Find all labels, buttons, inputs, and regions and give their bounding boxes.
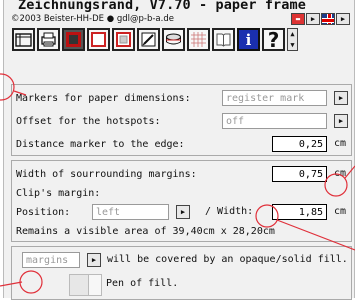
offset-label: Offset for the hotspots:	[16, 115, 161, 127]
frame-icon[interactable]	[12, 28, 35, 51]
info-icon[interactable]: i	[237, 28, 260, 51]
clip-width-unit: cm	[334, 206, 347, 217]
book-icon[interactable]	[212, 28, 235, 51]
distance-unit: cm	[334, 138, 347, 149]
position-dropdown[interactable]: left	[92, 204, 169, 220]
markers-panel: Markers for paper dimensions: register m…	[11, 84, 352, 156]
width-input[interactable]: 0,75	[272, 166, 327, 182]
clip-row: Clip's margin:	[16, 185, 351, 201]
pen-swatch-icon[interactable]	[69, 274, 89, 296]
offset-arrow-icon[interactable]: ▶	[334, 114, 348, 128]
distance-label: Distance marker to the edge:	[16, 138, 185, 150]
width-label: Width of sourrounding margins:	[16, 168, 197, 180]
cover-dropdown[interactable]: margins	[22, 252, 80, 268]
stepper-down-icon: ▼	[290, 40, 295, 49]
pen-preview-icon	[88, 274, 102, 296]
printer-icon[interactable]	[37, 28, 60, 51]
cover-panel: margins ▶ will be covered by an opaque/s…	[11, 246, 352, 300]
frame-red-icon[interactable]	[62, 28, 85, 51]
cover-text: will be covered by an opaque/solid fill.	[107, 254, 348, 265]
help-icon[interactable]: ?	[262, 28, 285, 52]
clip-width-input[interactable]: 1,85	[272, 204, 327, 220]
width-unit: cm	[334, 168, 347, 179]
clip-label: Clip's margin:	[16, 187, 101, 199]
offset-dropdown[interactable]: off	[222, 113, 327, 129]
copyright-text: ©2003 Beister-HH-DE ● gdl@p-b-a.de	[11, 14, 174, 24]
window-title: Zeichnungsrand, V7.70 - paper frame	[18, 0, 306, 13]
remains-row: Remains a visible area of 39,40cm x 28,2…	[16, 223, 351, 239]
markers-label: Markers for paper dimensions:	[16, 92, 191, 104]
pen-label: Pen of fill.	[106, 278, 179, 289]
markers-dropdown[interactable]: register mark	[222, 90, 327, 106]
position-label: Position:	[16, 206, 71, 218]
minimize-icon[interactable]: ▬	[291, 13, 305, 25]
stepper-up-icon: ▲	[290, 30, 295, 39]
remains-text: Remains a visible area of 39,40cm x 28,2…	[16, 225, 275, 237]
forward-arrow-icon[interactable]: ▶	[336, 13, 350, 25]
frame-red-thin-icon[interactable]	[87, 28, 110, 51]
pencil-icon[interactable]	[137, 28, 160, 51]
clip-width-label: / Width:	[205, 206, 254, 217]
grid-icon[interactable]	[187, 28, 210, 51]
margins-panel: Width of sourrounding margins: 0,75 cm C…	[11, 160, 352, 242]
window-controls: ▬ ▶ ▶	[291, 13, 350, 25]
cylinder-icon[interactable]	[162, 28, 185, 51]
cover-arrow-icon[interactable]: ▶	[87, 253, 101, 267]
flag-icon[interactable]	[321, 13, 335, 25]
frame-gray-icon[interactable]	[112, 28, 135, 51]
toolbar-stepper[interactable]: ▲ ▼	[287, 28, 298, 51]
next-arrow-icon[interactable]: ▶	[306, 13, 320, 25]
distance-input[interactable]: 0,25	[272, 136, 327, 152]
settings-window: Zeichnungsrand, V7.70 - paper frame ©200…	[3, 0, 355, 300]
position-arrow-icon[interactable]: ▶	[176, 205, 190, 219]
markers-arrow-icon[interactable]: ▶	[334, 91, 348, 105]
toolbar: i ? ▲ ▼	[12, 28, 298, 52]
